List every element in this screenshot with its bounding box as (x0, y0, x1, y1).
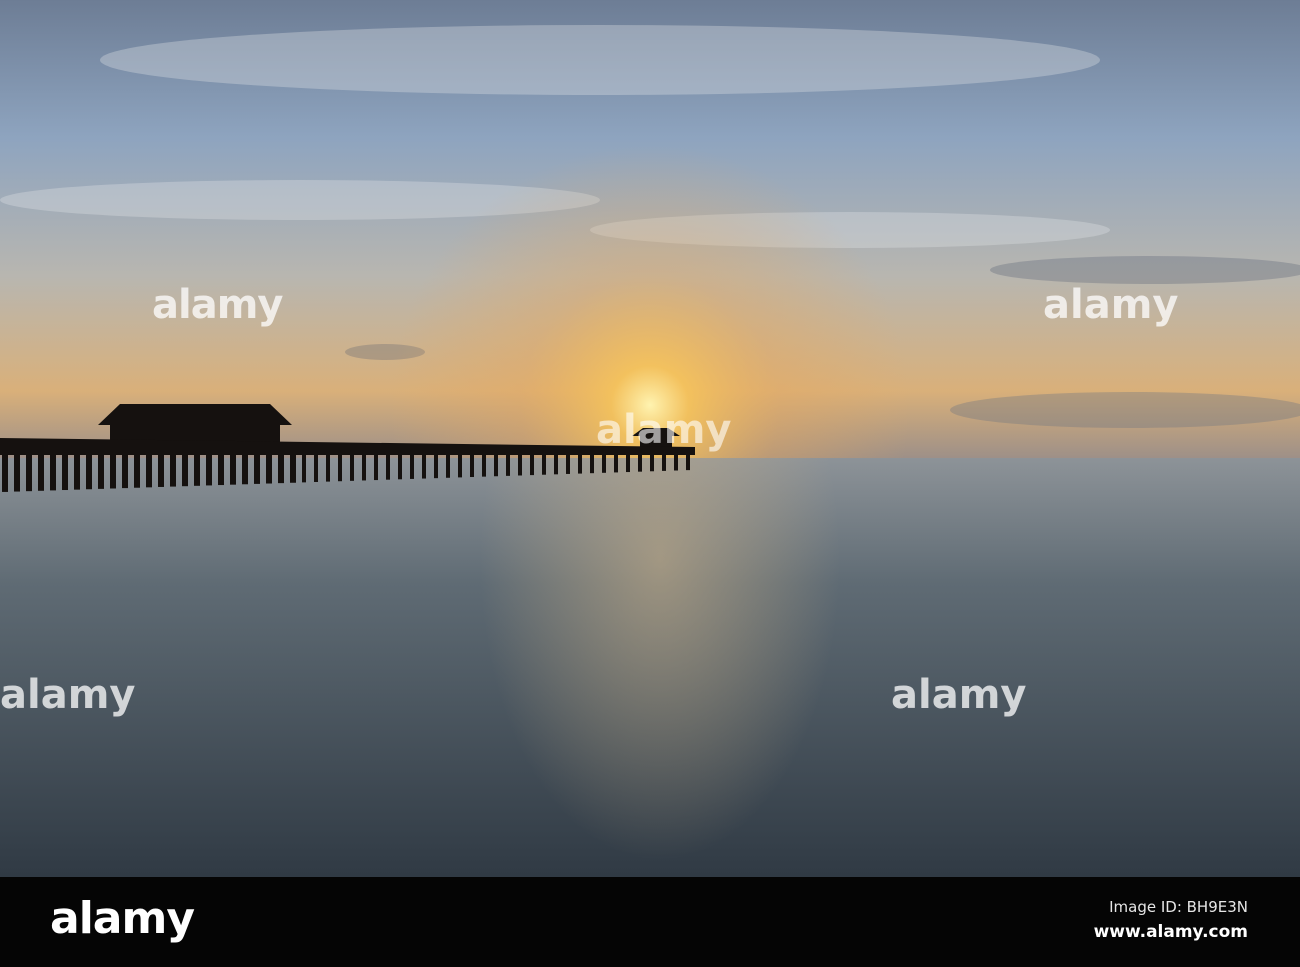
pier-piling (182, 450, 188, 487)
pier-piling (242, 450, 248, 485)
pier-piling (206, 450, 212, 486)
pier-piling (374, 450, 378, 481)
pier-piling (230, 450, 236, 485)
pier-piling (578, 450, 582, 474)
pier-piling (386, 450, 390, 480)
pier-piling (2, 450, 8, 492)
pier-piling (62, 450, 68, 491)
watermark: alamy (1043, 282, 1178, 328)
watermark: alamy (0, 672, 135, 718)
pier-piling (314, 450, 318, 482)
pier-piling (38, 450, 44, 491)
pier-piling (74, 450, 80, 490)
pier-piling (398, 450, 402, 480)
pier-piling (494, 450, 498, 477)
pier-piling (278, 450, 284, 484)
pier-piling (662, 450, 666, 471)
pier-piling (110, 450, 116, 489)
watermark: alamy (891, 672, 1026, 718)
pier-piling (446, 450, 450, 478)
image-id: Image ID: BH9E3N (1109, 898, 1248, 916)
pier-piling (638, 450, 642, 472)
pier-piling (422, 450, 426, 479)
pier-piling (26, 450, 32, 492)
pier-piling (590, 450, 594, 474)
pier-piling (674, 450, 678, 471)
watermark: alamy (152, 282, 283, 328)
stock-photo: alamy alamy alamy alamy alamy alamy Imag… (0, 0, 1300, 967)
pier-piling (122, 450, 128, 489)
pier-piling (458, 450, 462, 478)
pier-piling (170, 450, 176, 487)
site-url: www.alamy.com (1093, 922, 1248, 942)
pier-piling (158, 450, 164, 487)
pier-piling (602, 450, 606, 473)
pier-piling (218, 450, 224, 486)
pier-piling (554, 450, 558, 475)
pier-piling (410, 450, 414, 479)
pier-piling (134, 450, 140, 488)
pier-piling (326, 450, 330, 482)
pier-piling (266, 450, 272, 484)
pier-piling (686, 450, 690, 471)
pier-piling (566, 450, 570, 474)
pier-piling (362, 450, 366, 481)
pier-piling (518, 450, 522, 476)
pier-piling (626, 450, 630, 473)
pier-piling (254, 450, 260, 484)
pier-piling (86, 450, 92, 490)
sunset-pier-photo: alamy alamy alamy alamy alamy (0, 0, 1300, 877)
pier-piling (50, 450, 56, 491)
pier-piling (470, 450, 474, 478)
pier-piling (14, 450, 20, 492)
pier-piling (434, 450, 438, 479)
pier-piling (290, 450, 296, 483)
pier-piling (506, 450, 510, 476)
alamy-logo: alamy (50, 893, 195, 944)
pier-piling (98, 450, 104, 489)
pier-piling (302, 450, 306, 483)
pier-piling (650, 450, 654, 472)
pier-piling (530, 450, 534, 476)
pier-piling (146, 450, 152, 488)
watermark: alamy (596, 407, 731, 453)
pier-piling (482, 450, 486, 477)
pier-piling (542, 450, 546, 475)
pier-piling (194, 450, 200, 486)
pier-piling (338, 450, 342, 482)
pier-piling (350, 450, 354, 481)
pier-piling (614, 450, 618, 473)
